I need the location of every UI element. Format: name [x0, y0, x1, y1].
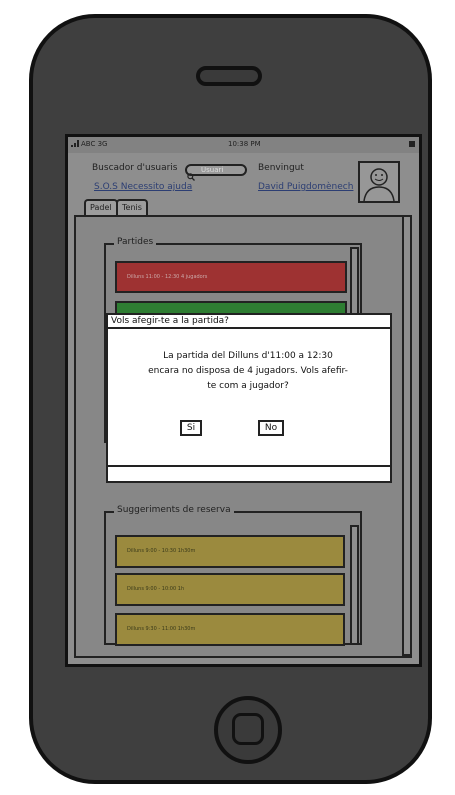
suggeriments-title: Suggeriments de reserva [114, 505, 234, 515]
dialog-message: La partida del Dilluns d'11:00 a 12:30 e… [148, 351, 348, 391]
sos-link[interactable]: S.O.S Necessito ajuda [94, 182, 192, 192]
status-bar: ABC 3G 10:38 PM [68, 137, 419, 153]
welcome-label: Benvingut [258, 163, 304, 173]
suggeriment-row[interactable]: Dilluns 9:30 - 11:00 1h30m [115, 613, 345, 646]
main-scrollbar[interactable] [402, 215, 412, 656]
user-face-icon [363, 168, 395, 202]
clock: 10:38 PM [228, 140, 261, 148]
carrier-label: ABC 3G [81, 140, 108, 148]
tab-tenis[interactable]: Tenis [116, 199, 148, 216]
suggeriments-group: Suggeriments de reserva Dilluns 9:00 - 1… [104, 505, 362, 646]
avatar[interactable] [358, 161, 400, 203]
suggeriments-scrollbar[interactable] [350, 525, 359, 645]
dialog-title: Vols afegir-te a la partida? [108, 315, 390, 329]
user-name-link[interactable]: David Puigdomènech [258, 182, 353, 192]
yes-button[interactable]: Si [180, 420, 202, 436]
speaker-grille [196, 66, 262, 86]
partida-row[interactable]: Dilluns 11:00 - 12:30 4 jugadors [115, 261, 347, 293]
suggeriment-row[interactable]: Dilluns 9:00 - 10:00 1h [115, 573, 345, 606]
tab-padel[interactable]: Padel [84, 199, 118, 216]
suggeriment-row[interactable]: Dilluns 9:00 - 10:30 1h30m [115, 535, 345, 568]
dialog-divider [108, 465, 390, 467]
home-button-icon [232, 713, 264, 745]
no-button[interactable]: No [258, 420, 284, 436]
battery-icon [409, 141, 415, 147]
search-label: Buscador d'usuaris [92, 163, 178, 173]
signal-icon [71, 140, 79, 149]
partides-title: Partides [114, 237, 157, 247]
screen: ABC 3G 10:38 PM Buscador d'usuaris Usuar… [65, 134, 422, 667]
join-match-dialog: Vols afegir-te a la partida? La partida … [106, 313, 392, 483]
